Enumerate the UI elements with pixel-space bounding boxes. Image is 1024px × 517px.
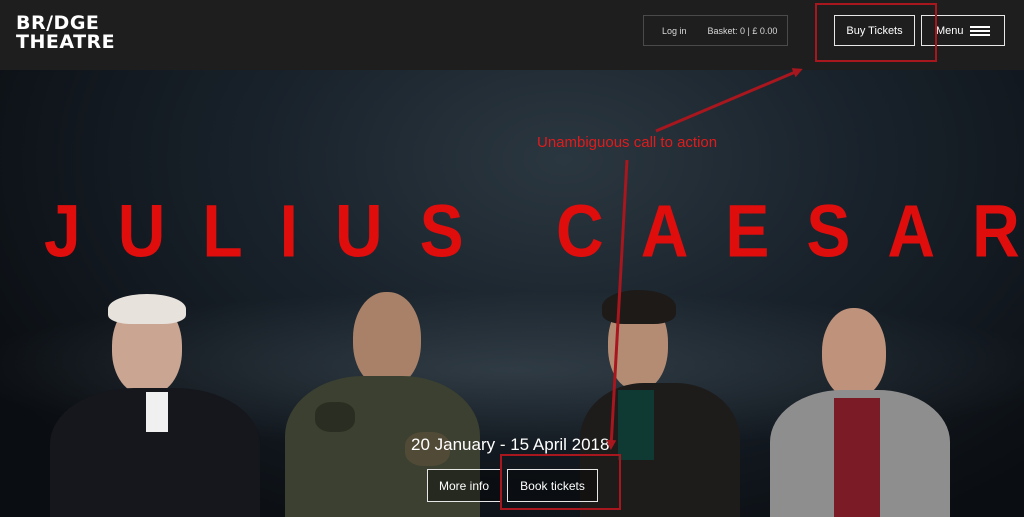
bridge-theatre-logo[interactable]: BR/DGE THEATRE <box>16 14 115 52</box>
logo-line-2: THEATRE <box>16 31 116 53</box>
basket-link[interactable]: Basket: 0 | £ 0.00 <box>708 26 778 36</box>
book-tickets-highlight <box>500 454 621 510</box>
cast-figure-1 <box>50 294 260 517</box>
show-dates: 20 January - 15 April 2018 <box>411 435 610 454</box>
login-link[interactable]: Log in <box>662 26 687 36</box>
account-box: Log in Basket: 0 | £ 0.00 <box>643 15 788 46</box>
more-info-button[interactable]: More info <box>427 469 501 502</box>
hamburger-menu-icon <box>970 26 990 37</box>
cast-figure-4 <box>770 298 950 517</box>
annotation-label: Unambiguous call to action <box>537 134 718 151</box>
show-title: JULIUS CAESAR <box>44 189 1024 272</box>
hero-banner: JULIUS CAESAR 20 January - 15 April 2018… <box>0 70 1024 517</box>
buy-tickets-highlight <box>815 3 937 62</box>
menu-button-label: Menu <box>936 24 964 37</box>
